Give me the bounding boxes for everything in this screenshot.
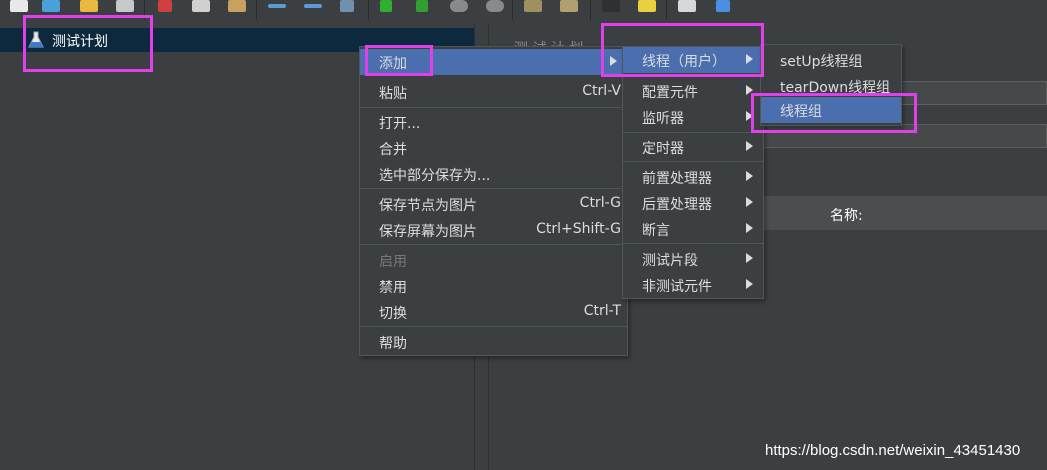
menu-item-enable: 启用: [360, 247, 627, 273]
menu-item-open[interactable]: 打开...: [360, 109, 627, 135]
menu-item-help[interactable]: 帮助: [360, 329, 627, 355]
menu-separator: [623, 132, 763, 133]
stop-icon[interactable]: [448, 0, 470, 18]
menu-item-label: 断言: [642, 223, 670, 239]
menu-item-disable[interactable]: 禁用: [360, 273, 627, 299]
chevron-right-icon: [746, 171, 753, 181]
menu-separator: [360, 188, 627, 189]
start-icon[interactable]: [378, 0, 400, 18]
menu-item-test-fragment[interactable]: 测试片段: [623, 246, 763, 272]
copy-icon[interactable]: [190, 0, 212, 18]
menu-item-timer[interactable]: 定时器: [623, 134, 763, 160]
menu-item-label: 选中部分保存为...: [379, 168, 491, 184]
function-helper-icon[interactable]: [676, 0, 698, 18]
chevron-right-icon: [746, 279, 753, 289]
menu-separator: [623, 243, 763, 244]
menu-separator: [623, 161, 763, 162]
toggle-icon[interactable]: [338, 0, 360, 18]
menu-separator: [360, 326, 627, 327]
menu-item-listener[interactable]: 监听器: [623, 104, 763, 130]
menu-separator: [360, 107, 627, 108]
menu-item-pre-processor[interactable]: 前置处理器: [623, 164, 763, 190]
menu-item-setup-thread-group[interactable]: setUp线程组: [761, 47, 901, 73]
menu-item-config-element[interactable]: 配置元件: [623, 78, 763, 104]
menu-item-label: 切换: [379, 306, 407, 322]
menu-item-shortcut: Ctrl-T: [583, 303, 621, 319]
clear-icon[interactable]: [522, 0, 544, 18]
paste-icon[interactable]: [226, 0, 248, 18]
menu-item-label: 打开...: [379, 116, 421, 132]
name-column-header: 名称:: [830, 208, 863, 224]
menu-item-label: 保存屏幕为图片: [379, 224, 477, 240]
annotation-box-add: [365, 45, 433, 76]
menu-item-save-screen-as-image[interactable]: 保存屏幕为图片 Ctrl+Shift-G: [360, 217, 627, 243]
chevron-right-icon: [746, 141, 753, 151]
reset-search-icon[interactable]: [636, 0, 658, 18]
menu-item-label: 合并: [379, 142, 407, 158]
help-icon[interactable]: [714, 0, 736, 18]
menu-item-save-selection-as[interactable]: 选中部分保存为...: [360, 161, 627, 187]
menu-item-assertion[interactable]: 断言: [623, 216, 763, 242]
menu-item-label: 监听器: [642, 111, 684, 127]
menu-item-label: 启用: [379, 254, 407, 270]
menu-item-label: 禁用: [379, 280, 407, 296]
menu-item-save-node-as-image[interactable]: 保存节点为图片 Ctrl-G: [360, 191, 627, 217]
menu-item-label: 前置处理器: [642, 171, 712, 187]
context-menu: 添加 粘贴 Ctrl-V 打开... 合并 选中部分保存为... 保存节点为图片…: [359, 46, 628, 356]
menu-item-label: 配置元件: [642, 85, 698, 101]
toolbar: [0, 0, 1047, 24]
annotation-box-thread-group: [751, 93, 917, 133]
menu-separator: [360, 244, 627, 245]
menu-item-non-test-element[interactable]: 非测试元件: [623, 272, 763, 298]
watermark-text: https://blog.csdn.net/weixin_43451430: [765, 442, 1021, 459]
menu-item-post-processor[interactable]: 后置处理器: [623, 190, 763, 216]
menu-item-label: 测试片段: [642, 253, 698, 269]
menu-item-shortcut: Ctrl-V: [582, 83, 621, 99]
menu-item-paste[interactable]: 粘贴 Ctrl-V: [360, 79, 627, 105]
cut-icon[interactable]: [156, 0, 178, 18]
shutdown-icon[interactable]: [484, 0, 506, 18]
chevron-right-icon: [746, 223, 753, 233]
menu-item-label: 粘贴: [379, 86, 407, 102]
menu-item-label: 保存节点为图片: [379, 198, 477, 214]
chevron-right-icon: [746, 253, 753, 263]
menu-item-label: setUp线程组: [780, 54, 863, 70]
expand-icon[interactable]: [266, 0, 288, 18]
menu-item-shortcut: Ctrl-G: [579, 195, 621, 211]
clear-all-icon[interactable]: [558, 0, 580, 18]
menu-item-label: 后置处理器: [642, 197, 712, 213]
add-submenu: 线程（用户） 配置元件 监听器 定时器 前置处理器 后置处理器 断言 测试片段 …: [622, 46, 764, 299]
search-icon[interactable]: [600, 0, 622, 18]
menu-item-merge[interactable]: 合并: [360, 135, 627, 161]
chevron-right-icon: [746, 197, 753, 207]
collapse-icon[interactable]: [302, 0, 324, 18]
menu-item-label: 非测试元件: [642, 279, 712, 295]
annotation-box-test-plan: [23, 15, 153, 72]
menu-item-label: 帮助: [379, 336, 407, 352]
menu-item-shortcut: Ctrl+Shift-G: [536, 221, 621, 237]
start-no-pauses-icon[interactable]: [414, 0, 436, 18]
annotation-box-threads: [601, 23, 764, 77]
menu-item-toggle[interactable]: 切换 Ctrl-T: [360, 299, 627, 325]
menu-item-label: 定时器: [642, 141, 684, 157]
